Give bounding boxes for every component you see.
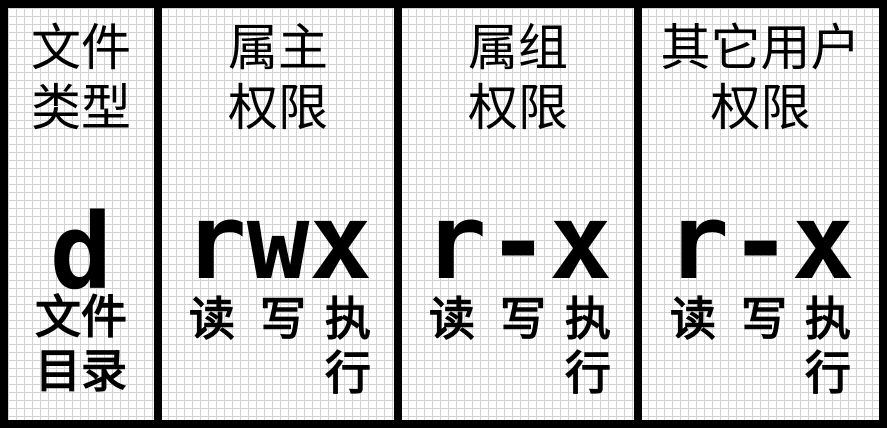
header-line: 其它用户 — [660, 19, 861, 77]
header-line: 属组 — [468, 19, 568, 77]
header-line: 类型 — [31, 79, 131, 137]
header-line: 权限 — [468, 79, 568, 137]
read-label: 读 — [429, 292, 475, 346]
header-line: 属主 — [228, 19, 328, 77]
other-permission-value: r-x — [666, 181, 855, 303]
read-label: 读 — [189, 292, 235, 346]
note-line: 文件 — [35, 290, 127, 344]
note-line: 行 — [805, 346, 851, 400]
group-permission-value: r-x — [424, 181, 612, 303]
execute-label: 执 行 — [318, 292, 378, 400]
note-line: 行 — [565, 346, 611, 400]
write-label: 写 — [500, 292, 546, 346]
file-type-header: 文件 类型 — [8, 18, 154, 138]
header-line: 权限 — [710, 79, 811, 137]
column-divider — [154, 0, 162, 428]
note-line: 目录 — [35, 344, 127, 398]
file-type-note: 文件 目录 — [8, 290, 154, 398]
header-line: 权限 — [228, 79, 328, 137]
column-divider — [394, 0, 402, 428]
note-line: 执 — [805, 292, 851, 346]
note-line: 执 — [325, 292, 371, 346]
write-label: 写 — [260, 292, 306, 346]
execute-label: 执 行 — [558, 292, 618, 400]
column-divider — [634, 0, 642, 428]
group-permission-header: 属组 权限 — [402, 18, 634, 138]
execute-label: 执 行 — [798, 292, 858, 400]
other-permission-header: 其它用户 权限 — [642, 18, 879, 138]
file-type-value: d — [49, 191, 113, 313]
note-line: 执 — [565, 292, 611, 346]
owner-permission-header: 属主 权限 — [162, 18, 394, 138]
write-label: 写 — [741, 292, 787, 346]
owner-permission-value: rwx — [184, 181, 372, 303]
note-line: 行 — [325, 346, 371, 400]
read-label: 读 — [670, 292, 716, 346]
header-line: 文件 — [31, 19, 131, 77]
